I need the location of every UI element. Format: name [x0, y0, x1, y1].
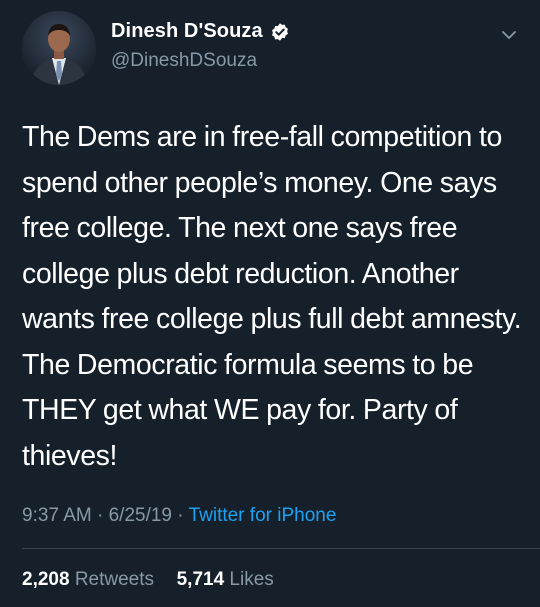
author-name-row: Dinesh D'Souza: [111, 20, 290, 43]
tweet-source-link[interactable]: Twitter for iPhone: [189, 505, 337, 526]
author-name[interactable]: Dinesh D'Souza: [111, 20, 263, 43]
retweets-stat[interactable]: 2,208 Retweets: [22, 569, 159, 590]
tweet-card: Dinesh D'Souza @DineshDSouza The Dems ar…: [0, 0, 540, 607]
likes-label: Likes: [229, 569, 274, 590]
retweets-count: 2,208: [22, 569, 70, 590]
tweet-stats: 2,208 Retweets 5,714 Likes: [22, 569, 274, 591]
tweet-time[interactable]: 9:37 AM: [22, 505, 92, 526]
avatar[interactable]: [22, 11, 96, 85]
chevron-down-icon[interactable]: [500, 26, 518, 44]
avatar-image: [22, 11, 96, 85]
meta-separator: ·: [177, 505, 184, 526]
tweet-date[interactable]: 6/25/19: [109, 505, 172, 526]
author-handle[interactable]: @DineshDSouza: [111, 50, 257, 72]
tweet-meta: 9:37 AM · 6/25/19 · Twitter for iPhone: [22, 505, 336, 527]
verified-badge-icon: [270, 22, 290, 42]
likes-count: 5,714: [176, 569, 225, 590]
likes-stat[interactable]: 5,714 Likes: [177, 569, 274, 590]
meta-separator: ·: [97, 505, 104, 526]
retweets-label: Retweets: [74, 569, 155, 590]
divider: [22, 548, 540, 549]
tweet-text: The Dems are in free-fall competition to…: [22, 121, 522, 472]
